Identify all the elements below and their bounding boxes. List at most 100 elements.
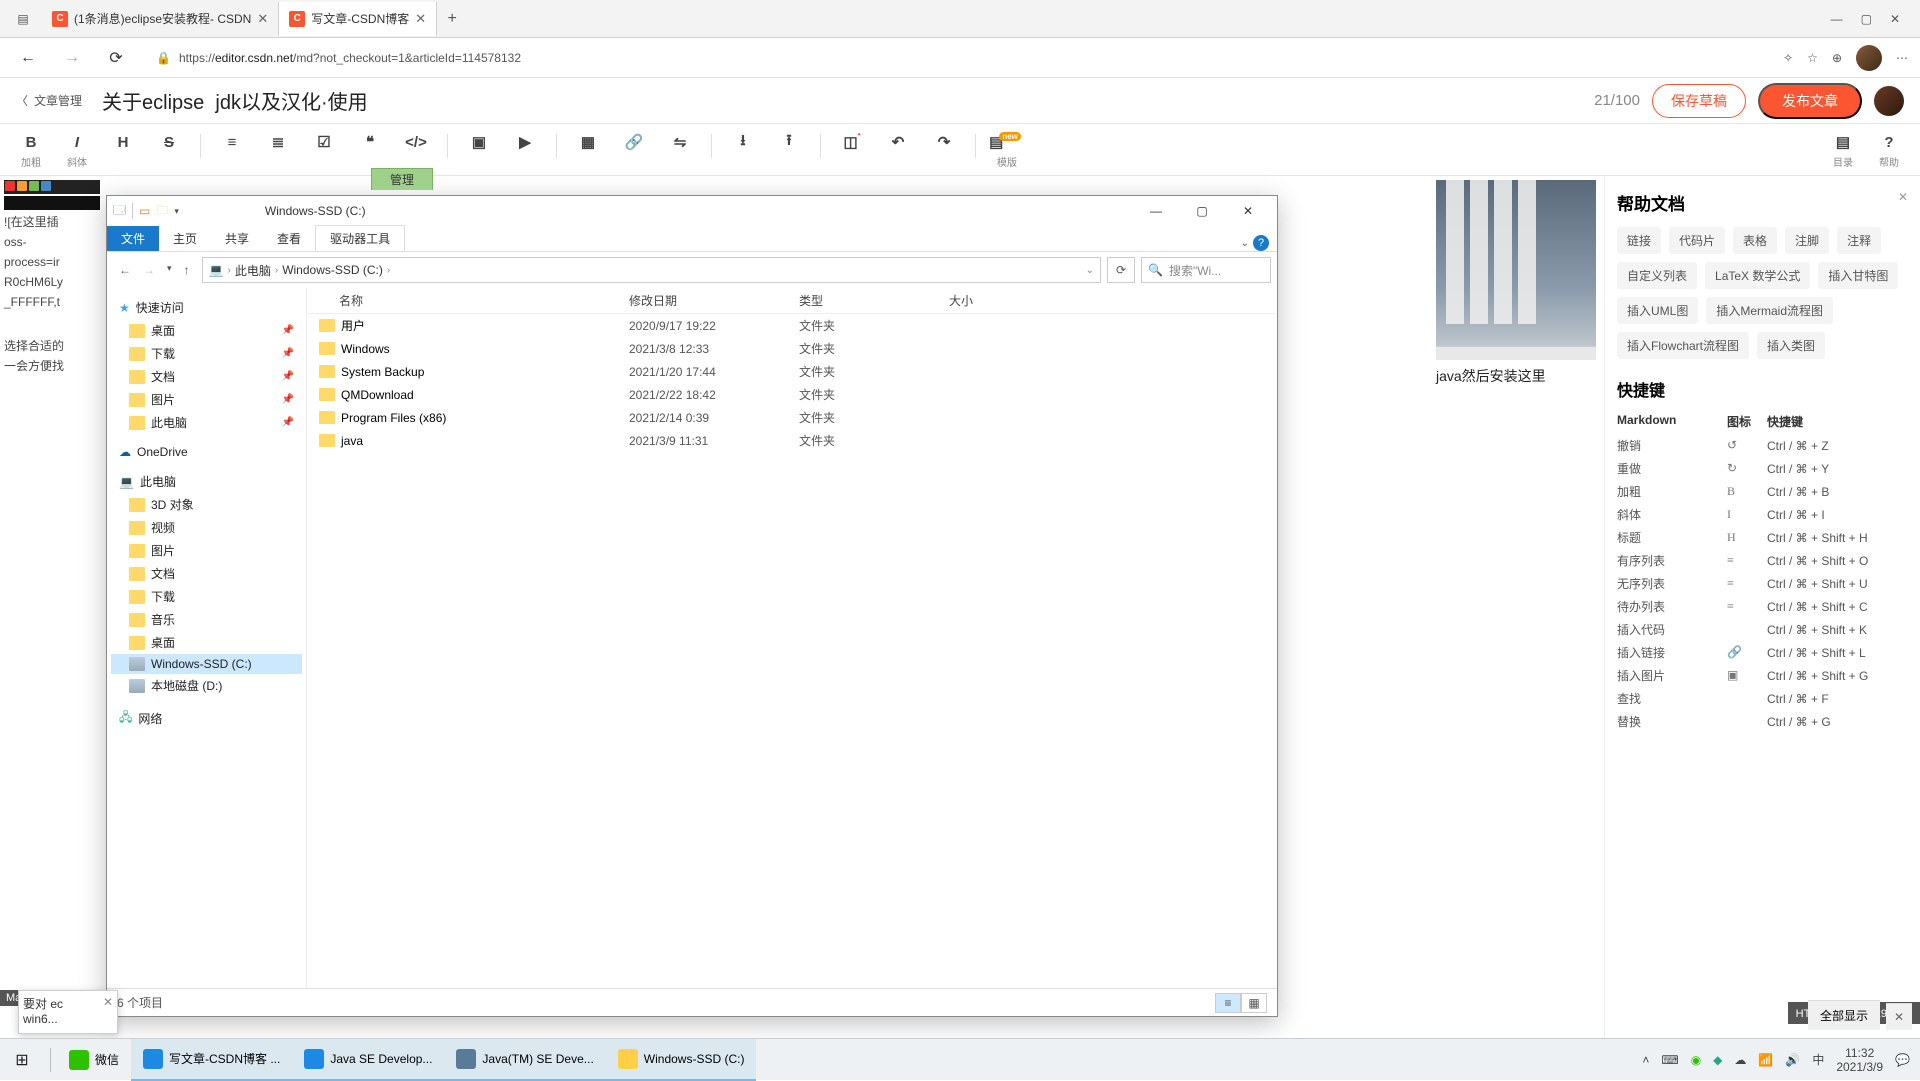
notification-toast[interactable]: ✕ 要对 ec win6... [18,990,118,1034]
help-tag[interactable]: 链接 [1617,227,1661,254]
file-row[interactable]: Windows2021/3/8 12:33文件夹 [307,337,1277,360]
nav-up-icon[interactable]: ↑ [184,263,190,277]
article-title-input[interactable] [94,83,1582,119]
code-button[interactable]: </> [395,130,437,154]
profile-avatar[interactable] [1856,45,1882,71]
image-button[interactable]: ▣ [458,130,500,154]
help-tag[interactable]: 注释 [1837,227,1881,254]
ribbon-tab-share[interactable]: 共享 [211,226,263,251]
col-size[interactable]: 大小 [949,292,1069,309]
breadcrumb-item[interactable]: 此电脑 [235,262,271,279]
close-icon[interactable]: ✕ [1886,1003,1912,1030]
nav-back-icon[interactable]: ← [119,263,131,277]
quote-button[interactable]: ❝ [349,130,391,154]
view-large-icon[interactable]: ▦ [1241,993,1267,1013]
nav-item[interactable]: 本地磁盘 (D:) [111,674,302,697]
nav-this-pc[interactable]: 💻此电脑 [111,470,302,493]
nav-item[interactable]: Windows-SSD (C:) [111,654,302,674]
taskbar-item[interactable]: 写文章-CSDN博客 ... [131,1039,292,1081]
taskbar-item[interactable]: Windows-SSD (C:) [606,1039,757,1081]
strike-button[interactable]: S [148,130,190,154]
tray-wechat-icon[interactable]: ◉ [1691,1053,1701,1067]
ol-button[interactable]: ≣ [257,130,299,154]
browser-tab[interactable]: C (1条消息)eclipse安装教程- CSDN ✕ [42,2,279,36]
nav-item[interactable]: 视频 [111,516,302,539]
ribbon-tab-drive-tools[interactable]: 驱动器工具 [315,225,405,251]
col-type[interactable]: 类型 [799,292,949,309]
help-tag[interactable]: 插入Mermaid流程图 [1706,297,1833,324]
browser-tab[interactable]: C 写文章-CSDN博客 ✕ [279,2,437,36]
toc-button[interactable]: ▤目录 [1822,130,1864,171]
close-icon[interactable]: ✕ [1898,190,1908,204]
help-tag[interactable]: 插入类图 [1757,332,1825,359]
read-aloud-icon[interactable]: ✧ [1783,51,1793,65]
show-all-button[interactable]: 全部显示 [1808,1000,1880,1030]
help-tag[interactable]: 插入Flowchart流程图 [1617,332,1749,359]
help-tag[interactable]: 表格 [1733,227,1777,254]
file-row[interactable]: java2021/3/9 11:31文件夹 [307,429,1277,452]
path-dropdown-icon[interactable]: ⌄ [1086,265,1094,276]
file-row[interactable]: System Backup2021/1/20 17:44文件夹 [307,360,1277,383]
ribbon-tab-file[interactable]: 文件 [107,226,159,251]
user-avatar[interactable] [1874,86,1904,116]
help-icon[interactable]: ? [1253,235,1269,251]
file-row[interactable]: Program Files (x86)2021/2/14 0:39文件夹 [307,406,1277,429]
qat-dropdown-icon[interactable]: ▾ [174,206,179,217]
help-tag[interactable]: 插入UML图 [1617,297,1698,324]
nav-item[interactable]: 文档📌 [111,365,302,388]
taskbar-clock[interactable]: 11:322021/3/9 [1836,1046,1883,1074]
minimize-icon[interactable]: — [1831,12,1843,26]
italic-button[interactable]: I斜体 [56,130,98,171]
nav-item[interactable]: 此电脑📌 [111,411,302,434]
tray-security-icon[interactable]: ◆ [1713,1053,1722,1067]
url-field[interactable]: 🔒 https://editor.csdn.net/md?not_checkou… [144,43,1771,73]
layout-button[interactable]: ◫• [831,130,873,154]
nav-item[interactable]: 下载📌 [111,342,302,365]
nav-item[interactable]: 音乐 [111,608,302,631]
taskbar-item[interactable]: Java(TM) SE Deve... [444,1039,605,1081]
undo-button[interactable]: ↶ [877,130,919,154]
ul-button[interactable]: ≡ [211,130,253,154]
folder-icon[interactable]: 🗀 [156,201,168,222]
maximize-icon[interactable]: ▢ [1861,12,1872,26]
maximize-icon[interactable]: ▢ [1179,204,1225,218]
notification-icon[interactable]: 💬 [1895,1053,1910,1067]
close-icon[interactable]: ✕ [1890,12,1900,26]
help-tag[interactable]: 插入甘特图 [1818,262,1898,289]
path-breadcrumb[interactable]: 💻 › 此电脑 › Windows-SSD (C:) › ⌄ [202,257,1101,283]
minimize-icon[interactable]: — [1133,204,1179,218]
nav-item[interactable]: 下载 [111,585,302,608]
forward-button[interactable]: → [56,42,88,74]
checklist-button[interactable]: ☑ [303,130,345,154]
nav-item[interactable]: 图片 [111,539,302,562]
video-button[interactable]: ▶ [504,130,546,154]
breadcrumb-item[interactable]: Windows-SSD (C:) [282,263,383,277]
redo-button[interactable]: ↷ [923,130,965,154]
nav-item[interactable]: 图片📌 [111,388,302,411]
new-tab-button[interactable]: + [437,10,467,28]
col-name[interactable]: 名称 [319,292,629,309]
nav-onedrive[interactable]: ☁OneDrive [111,442,302,462]
taskbar-item[interactable]: 微信 [57,1039,131,1081]
nav-item[interactable]: 桌面 [111,631,302,654]
start-button[interactable]: ⊞ [0,1050,44,1070]
help-tag[interactable]: 代码片 [1669,227,1725,254]
save-draft-button[interactable]: 保存草稿 [1652,84,1746,118]
editor-source-pane[interactable]: ![在这里插 oss- process=ir R0cHM6Ly _FFFFFF,… [0,176,104,1080]
close-icon[interactable]: ✕ [257,11,268,27]
close-icon[interactable]: ✕ [415,11,426,27]
file-row[interactable]: 用户2020/9/17 19:22文件夹 [307,314,1277,337]
tray-wifi-icon[interactable]: 📶 [1758,1053,1773,1067]
nav-item[interactable]: 文档 [111,562,302,585]
collections-icon[interactable]: ⊕ [1832,51,1842,65]
nav-quick-access[interactable]: ★快速访问 [111,296,302,319]
hr-button[interactable]: ⇋ [659,130,701,154]
export-button[interactable]: ⭱ [768,130,810,154]
tray-ime-icon[interactable]: 中 [1812,1051,1824,1068]
nav-forward-icon[interactable]: → [143,263,155,277]
nav-network[interactable]: 🖧网络 [111,705,302,732]
sidebar-toggle-icon[interactable]: ▤ [4,0,42,38]
help-tag[interactable]: 自定义列表 [1617,262,1697,289]
file-row[interactable]: QMDownload2021/2/22 18:42文件夹 [307,383,1277,406]
close-icon[interactable]: ✕ [1225,204,1271,218]
